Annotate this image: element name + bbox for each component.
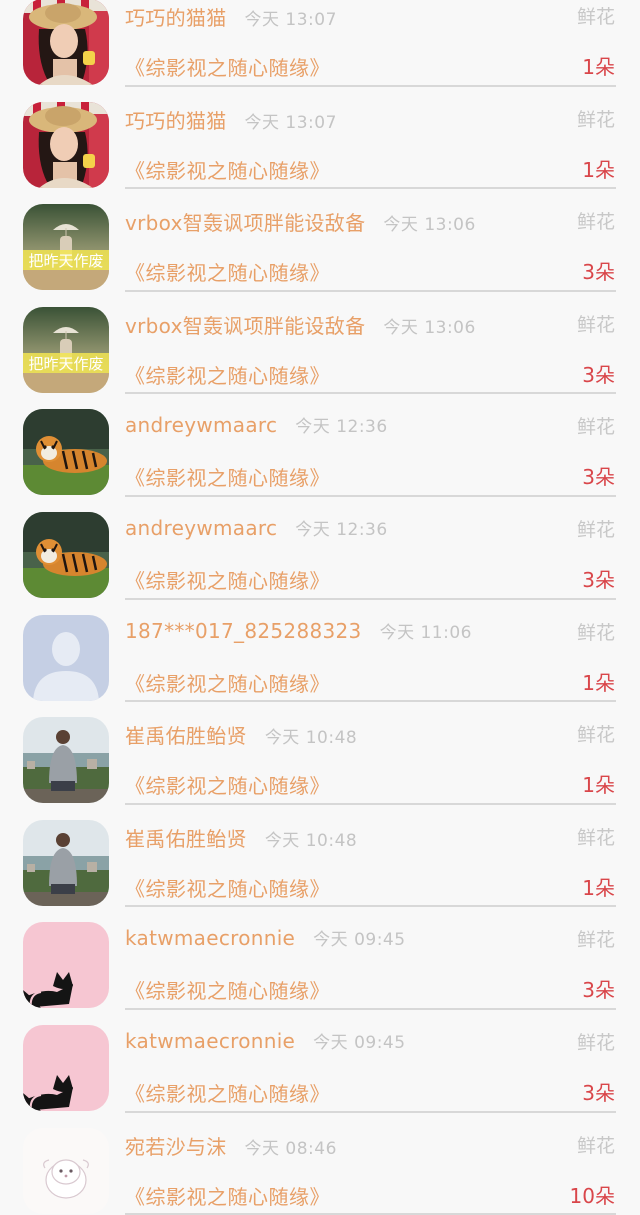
svg-text:把昨天作废: 把昨天作废	[28, 252, 103, 270]
username-text: vrbox智轰讽项胖能设敌备	[125, 211, 366, 236]
gift-count: 1朵	[582, 55, 615, 79]
username-text: katwmaecronnie	[125, 926, 296, 951]
user-avatar[interactable]: 把昨天作废	[23, 306, 109, 393]
user-avatar[interactable]	[23, 511, 109, 598]
gift-count: 3朵	[582, 1080, 615, 1105]
work-title-link[interactable]: 《综影视之随心随缘》	[125, 52, 330, 81]
gift-record-row[interactable]: andreywmaarc 今天 12:36 鲜花《综影视之随心随缘》 3朵	[0, 394, 640, 497]
username[interactable]: 巧巧的猫猫 今天 13:07	[125, 2, 337, 31]
username-text: 巧巧的猫猫	[125, 108, 227, 133]
user-avatar[interactable]	[23, 717, 109, 804]
gift-record-row[interactable]: andreywmaarc 今天 12:36 鲜花《综影视之随心随缘》 3朵	[0, 497, 640, 600]
username[interactable]: vrbox智轰讽项胖能设敌备 今天 13:06	[125, 207, 476, 236]
gift-record-row[interactable]: 宛若沙与沫 今天 08:46 鲜花《综影视之随心随缘》 10朵	[0, 1113, 640, 1215]
timestamp: 今天 13:07	[244, 10, 337, 30]
username-text: andreywmaarc	[125, 413, 278, 438]
timestamp: 今天 08:46	[244, 1138, 337, 1159]
gift-record-row[interactable]: 巧巧的猫猫 今天 13:07 鲜花《综影视之随心随缘》 1朵	[0, 0, 640, 87]
username[interactable]: katwmaecronnie 今天 09:45	[125, 925, 406, 950]
timestamp: 今天 09:45	[313, 930, 406, 951]
gift-count: 3朵	[582, 978, 615, 1003]
username-text: 崔禹佑胜鲐贤	[125, 826, 247, 851]
user-avatar[interactable]	[23, 1127, 109, 1214]
gift-count: 3朵	[582, 362, 615, 387]
gift-record-row[interactable]: 巧巧的猫猫 今天 13:07 鲜花《综影视之随心随缘》 1朵	[0, 87, 640, 190]
gift-type-label: 鲜花	[576, 724, 615, 747]
gift-record-row[interactable]: 崔禹佑胜鲐贤 今天 10:48 鲜花《综影视之随心随缘》 1朵	[0, 702, 640, 805]
username[interactable]: katwmaecronnie 今天 09:45	[125, 1028, 406, 1053]
gift-type-label: 鲜花	[576, 929, 615, 952]
user-avatar[interactable]	[23, 922, 109, 1009]
gift-count: 1朵	[582, 773, 615, 798]
username[interactable]: andreywmaarc 今天 12:36	[125, 412, 388, 437]
gift-type-label: 鲜花	[576, 1134, 615, 1157]
work-title-link[interactable]: 《综影视之随心随缘》	[125, 1181, 330, 1210]
gift-count: 1朵	[582, 670, 615, 695]
username[interactable]: 崔禹佑胜鲐贤 今天 10:48	[125, 720, 357, 749]
username[interactable]: 崔禹佑胜鲐贤 今天 10:48	[125, 823, 357, 852]
username-text: katwmaecronnie	[125, 1028, 296, 1053]
gift-type-label: 鲜花	[576, 211, 615, 234]
gift-record-row[interactable]: katwmaecronnie 今天 09:45 鲜花《综影视之随心随缘》 3朵	[0, 907, 640, 1010]
user-avatar[interactable]	[23, 409, 109, 496]
gift-record-row[interactable]: 把昨天作废 vrbox智轰讽项胖能设敌备 今天 13:06 鲜花《综影视之随心随缘》…	[0, 292, 640, 395]
user-avatar[interactable]	[23, 0, 109, 85]
work-title-link[interactable]: 《综影视之随心随缘》	[125, 770, 330, 799]
gift-type-label: 鲜花	[576, 313, 615, 336]
gift-type-label: 鲜花	[576, 1031, 615, 1054]
work-title-link[interactable]: 《综影视之随心随缘》	[125, 257, 330, 286]
gift-type-label: 鲜花	[576, 826, 615, 849]
user-avatar[interactable]	[23, 614, 109, 701]
timestamp: 今天 11:06	[379, 622, 472, 643]
work-title-link[interactable]: 《综影视之随心随缘》	[125, 462, 330, 491]
username[interactable]: 巧巧的猫猫 今天 13:07	[125, 105, 337, 134]
gift-type-label: 鲜花	[576, 518, 615, 541]
svg-text:把昨天作废: 把昨天作废	[28, 355, 103, 373]
username-text: andreywmaarc	[125, 515, 278, 540]
gift-record-list: 巧巧的猫猫 今天 13:07 鲜花 《综影视之随心随缘》 1朵 巧巧的猫猫 今天 13:0…	[0, 0, 640, 1215]
timestamp: 今天 13:07	[244, 112, 337, 133]
gift-count: 3朵	[582, 567, 615, 592]
gift-type-label: 鲜花	[576, 621, 615, 644]
username[interactable]: andreywmaarc 今天 12:36	[125, 515, 388, 540]
work-title-link[interactable]: 《综影视之随心随缘》	[125, 360, 330, 389]
username-text: 宛若沙与沫	[125, 1134, 227, 1159]
user-avatar[interactable]: 把昨天作废	[23, 204, 109, 291]
work-title-link[interactable]: 《综影视之随心随缘》	[125, 155, 330, 184]
work-title-link[interactable]: 《综影视之随心随缘》	[125, 1078, 330, 1107]
user-avatar[interactable]	[23, 819, 109, 906]
user-avatar[interactable]	[23, 1024, 109, 1111]
timestamp: 今天 12:36	[295, 519, 388, 540]
timestamp: 今天 10:48	[264, 728, 358, 749]
gift-count: 3朵	[582, 260, 615, 285]
gift-count: 10朵	[569, 1183, 615, 1208]
timestamp: 今天 13:06	[383, 215, 476, 236]
username-text: 崔禹佑胜鲐贤	[125, 724, 247, 749]
gift-type-label: 鲜花	[576, 6, 615, 28]
gift-record-row[interactable]: 187***017_825288323 今天 11:06 鲜花《综影视之随心随缘》 1…	[0, 600, 640, 703]
gift-record-row[interactable]: 崔禹佑胜鲐贤 今天 10:48 鲜花《综影视之随心随缘》 1朵	[0, 805, 640, 908]
timestamp: 今天 10:48	[264, 830, 358, 851]
gift-record-row[interactable]: 把昨天作废 vrbox智轰讽项胖能设敌备 今天 13:06 鲜花《综影视之随心随缘》…	[0, 189, 640, 292]
gift-count: 1朵	[582, 157, 615, 182]
username[interactable]: 187***017_825288323 今天 11:06	[125, 618, 472, 643]
username[interactable]: vrbox智轰讽项胖能设敌备 今天 13:06	[125, 310, 476, 339]
work-title-link[interactable]: 《综影视之随心随缘》	[125, 565, 330, 594]
gift-record-row[interactable]: katwmaecronnie 今天 09:45 鲜花《综影视之随心随缘》 3朵	[0, 1010, 640, 1113]
gift-count: 1朵	[582, 875, 615, 900]
username-text: vrbox智轰讽项胖能设敌备	[125, 313, 366, 338]
gift-type-label: 鲜花	[576, 108, 615, 131]
user-avatar[interactable]	[23, 101, 109, 188]
username[interactable]: 宛若沙与沫 今天 08:46	[125, 1131, 337, 1160]
username-text: 巧巧的猫猫	[125, 6, 227, 30]
timestamp: 今天 12:36	[295, 417, 388, 438]
timestamp: 今天 13:06	[383, 317, 476, 338]
work-title-link[interactable]: 《综影视之随心随缘》	[125, 873, 330, 902]
username-text: 187***017_825288323	[125, 618, 362, 643]
work-title-link[interactable]: 《综影视之随心随缘》	[125, 975, 330, 1004]
timestamp: 今天 09:45	[313, 1032, 406, 1053]
work-title-link[interactable]: 《综影视之随心随缘》	[125, 668, 330, 697]
gift-count: 3朵	[582, 465, 615, 490]
gift-type-label: 鲜花	[576, 416, 615, 439]
